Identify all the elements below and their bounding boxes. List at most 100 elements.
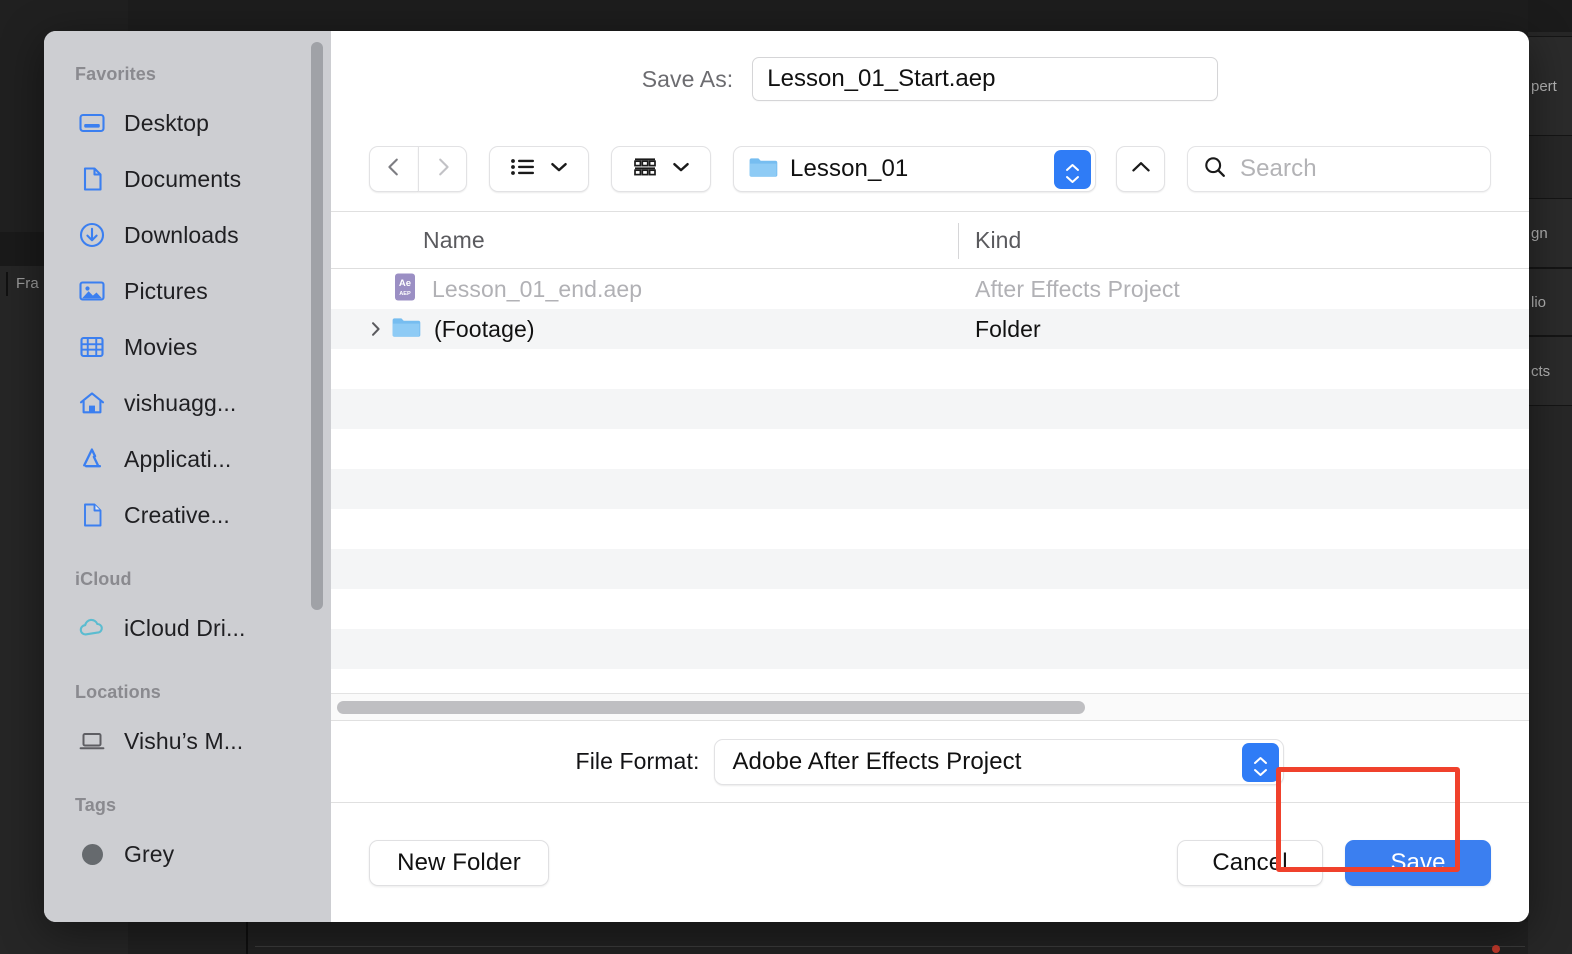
bg-right-titlebar [1528,0,1572,32]
go-up-button[interactable] [1116,146,1165,192]
column-header-kind[interactable]: Kind [975,227,1021,254]
grid-view-icon [632,156,658,183]
file-name: Lesson_01_end.aep [432,275,643,302]
file-format-row: File Format: Adobe After Effects Project [331,720,1529,802]
bg-right-column [1528,0,1572,954]
applications-icon [77,444,107,474]
sidebar-item-label: Creative... [124,501,230,528]
empty-row [331,629,1529,669]
file-list-rows: Ae AEP Lesson_01_end.aep After Effects Pr… [331,269,1529,693]
file-format-stepper[interactable] [1242,742,1280,782]
file-kind: After Effects Project [975,275,1180,302]
table-row[interactable]: (Footage) Folder [331,309,1529,349]
sidebar-item-downloads[interactable]: Downloads [44,207,331,263]
sidebar-item-icloud-drive[interactable]: iCloud Dri... [44,600,331,656]
pictures-icon [77,276,107,306]
cancel-button[interactable]: Cancel [1177,839,1323,886]
document-grey-icon [77,500,107,530]
bg-right-panel-properties: pert [1528,36,1572,136]
sidebar-item-label: Movies [124,333,198,360]
file-format-dropdown[interactable]: Adobe After Effects Project [714,738,1285,785]
sidebar-item-desktop[interactable]: Desktop [44,95,331,151]
forward-button[interactable] [418,146,467,192]
location-dropdown[interactable]: Lesson_01 [733,146,1096,192]
table-row[interactable]: Ae AEP Lesson_01_end.aep After Effects Pr… [331,269,1529,309]
sidebar-item-label: vishuagg... [124,389,237,416]
empty-row [331,669,1529,693]
chevron-down-icon [672,160,690,178]
save-button[interactable]: Save [1345,839,1491,886]
file-browser: Name Kind Ae AEP Lesson_01_end.aep After … [331,211,1529,720]
sidebar-group-tags-title: Tags [75,795,117,815]
dialog-main: Save As: Lesson_01_Start.aep Lesson_01 S… [331,31,1529,922]
after-effects-file-icon: Ae AEP [391,272,419,307]
chevron-up-icon [1130,159,1152,180]
sidebar-item-label: Grey [124,840,175,867]
sidebar-item-label: Desktop [124,109,210,136]
desktop-icon [77,108,107,138]
file-name-cell: (Footage) [367,315,535,344]
group-by-button[interactable] [611,146,711,192]
location-name: Lesson_01 [790,155,909,182]
bg-right-panel-effects: cts [1528,336,1572,406]
search-placeholder: Search [1240,155,1317,182]
sidebar-item-creative-cloud[interactable]: Creative... [44,487,331,543]
bg-frame-tab-marker [6,272,8,296]
sidebar-item-tag-grey[interactable]: Grey [44,826,331,882]
column-divider[interactable] [958,223,959,259]
sidebar-scrollbar[interactable] [311,42,323,610]
chevron-up-small-icon [1253,752,1268,764]
file-name: (Footage) [434,315,535,342]
chevron-down-small-icon [1065,171,1080,183]
location-stepper[interactable] [1054,150,1091,189]
document-icon [77,164,107,194]
sidebar-item-applications[interactable]: Applicati... [44,431,331,487]
sidebar-group-icloud-title: iCloud [75,569,132,589]
back-button[interactable] [369,146,418,192]
new-folder-button[interactable]: New Folder [369,839,549,886]
movies-icon [77,332,107,362]
empty-row [331,549,1529,589]
chevron-up-small-icon [1065,159,1080,171]
empty-row [331,509,1529,549]
save-as-input[interactable] [752,57,1219,101]
cloud-icon [77,613,107,643]
svg-text:Ae: Ae [399,278,411,289]
bg-frame-tab-label: Fra [16,275,39,292]
bg-timeline-ruler [255,946,1525,947]
horizontal-scrollbar-thumb[interactable] [337,700,1085,714]
sidebar-item-label: Applicati... [124,445,232,472]
bg-record-dot-icon [1492,945,1500,953]
search-icon [1203,155,1227,184]
view-mode-list-button[interactable] [489,146,589,192]
empty-row [331,389,1529,429]
file-name-cell: Ae AEP Lesson_01_end.aep [367,272,642,307]
sidebar-item-mac[interactable]: Vishu’s M... [44,713,331,769]
sidebar-item-label: Vishu’s M... [124,727,244,754]
search-field[interactable]: Search [1187,146,1491,192]
sidebar-scrollbar-thumb[interactable] [311,42,323,610]
disclosure-triangle-icon[interactable] [367,320,385,338]
list-view-icon [510,156,536,183]
sidebar-item-pictures[interactable]: Pictures [44,263,331,319]
bg-right-panel-align: gn [1528,198,1572,268]
empty-row [331,349,1529,389]
download-icon [77,220,107,250]
bg-right-panel-audio: lio [1528,268,1572,336]
file-format-label: File Format: [575,748,700,774]
sidebar-item-label: Downloads [124,221,239,248]
bg-timeline-divider [246,922,248,954]
sidebar: Favorites Desktop Documents Downloads Pi… [44,31,331,922]
column-header-name[interactable]: Name [423,227,485,254]
horizontal-scrollbar[interactable] [331,693,1529,720]
sidebar-item-home[interactable]: vishuagg... [44,375,331,431]
sidebar-item-movies[interactable]: Movies [44,319,331,375]
folder-icon [748,155,778,184]
empty-row [331,589,1529,629]
sidebar-item-label: Documents [124,165,242,192]
sidebar-item-documents[interactable]: Documents [44,151,331,207]
sidebar-group-locations-title: Locations [75,682,161,702]
